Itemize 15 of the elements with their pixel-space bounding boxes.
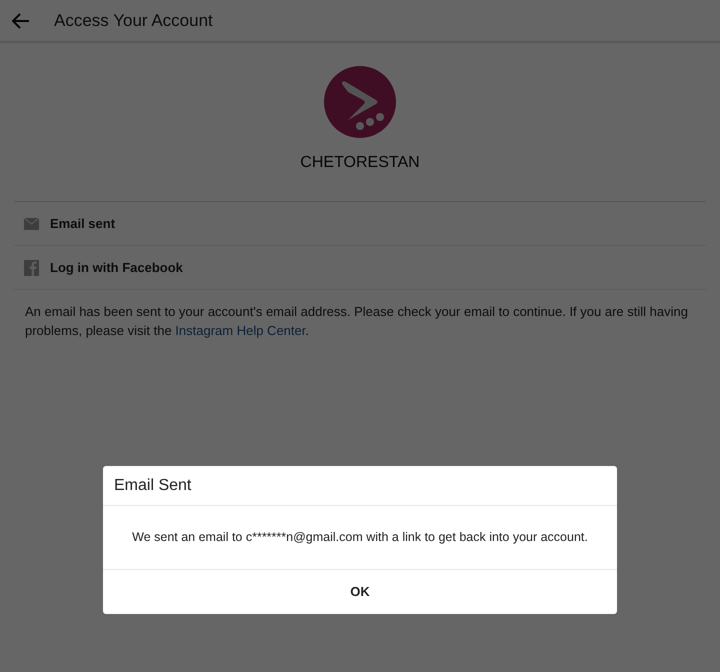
envelope-icon xyxy=(24,218,39,230)
info-text: An email has been sent to your account's email address. Please check your email to continue. If you are still having problems, please visit the Instagram Help Center. xyxy=(25,303,689,340)
help-center-link[interactable]: Instagram Help Center xyxy=(175,323,306,338)
option-label: Log in with Facebook xyxy=(50,258,183,277)
facebook-icon xyxy=(24,260,39,276)
option-label: Email sent xyxy=(50,214,116,233)
username: CHETORESTAN xyxy=(300,153,420,173)
back-arrow-icon xyxy=(12,12,30,28)
option-row[interactable]: Log in with Facebook xyxy=(14,246,706,290)
dialog-message: We sent an email to c*******n@gmail.com with a link to get back into your account. xyxy=(103,506,617,570)
profile-logo xyxy=(324,66,396,138)
ok-button[interactable]: OK xyxy=(103,570,617,614)
page-title: Access Your Account xyxy=(54,10,213,32)
option-row[interactable]: Email sent xyxy=(14,202,706,246)
dialog-title: Email Sent xyxy=(103,466,617,506)
